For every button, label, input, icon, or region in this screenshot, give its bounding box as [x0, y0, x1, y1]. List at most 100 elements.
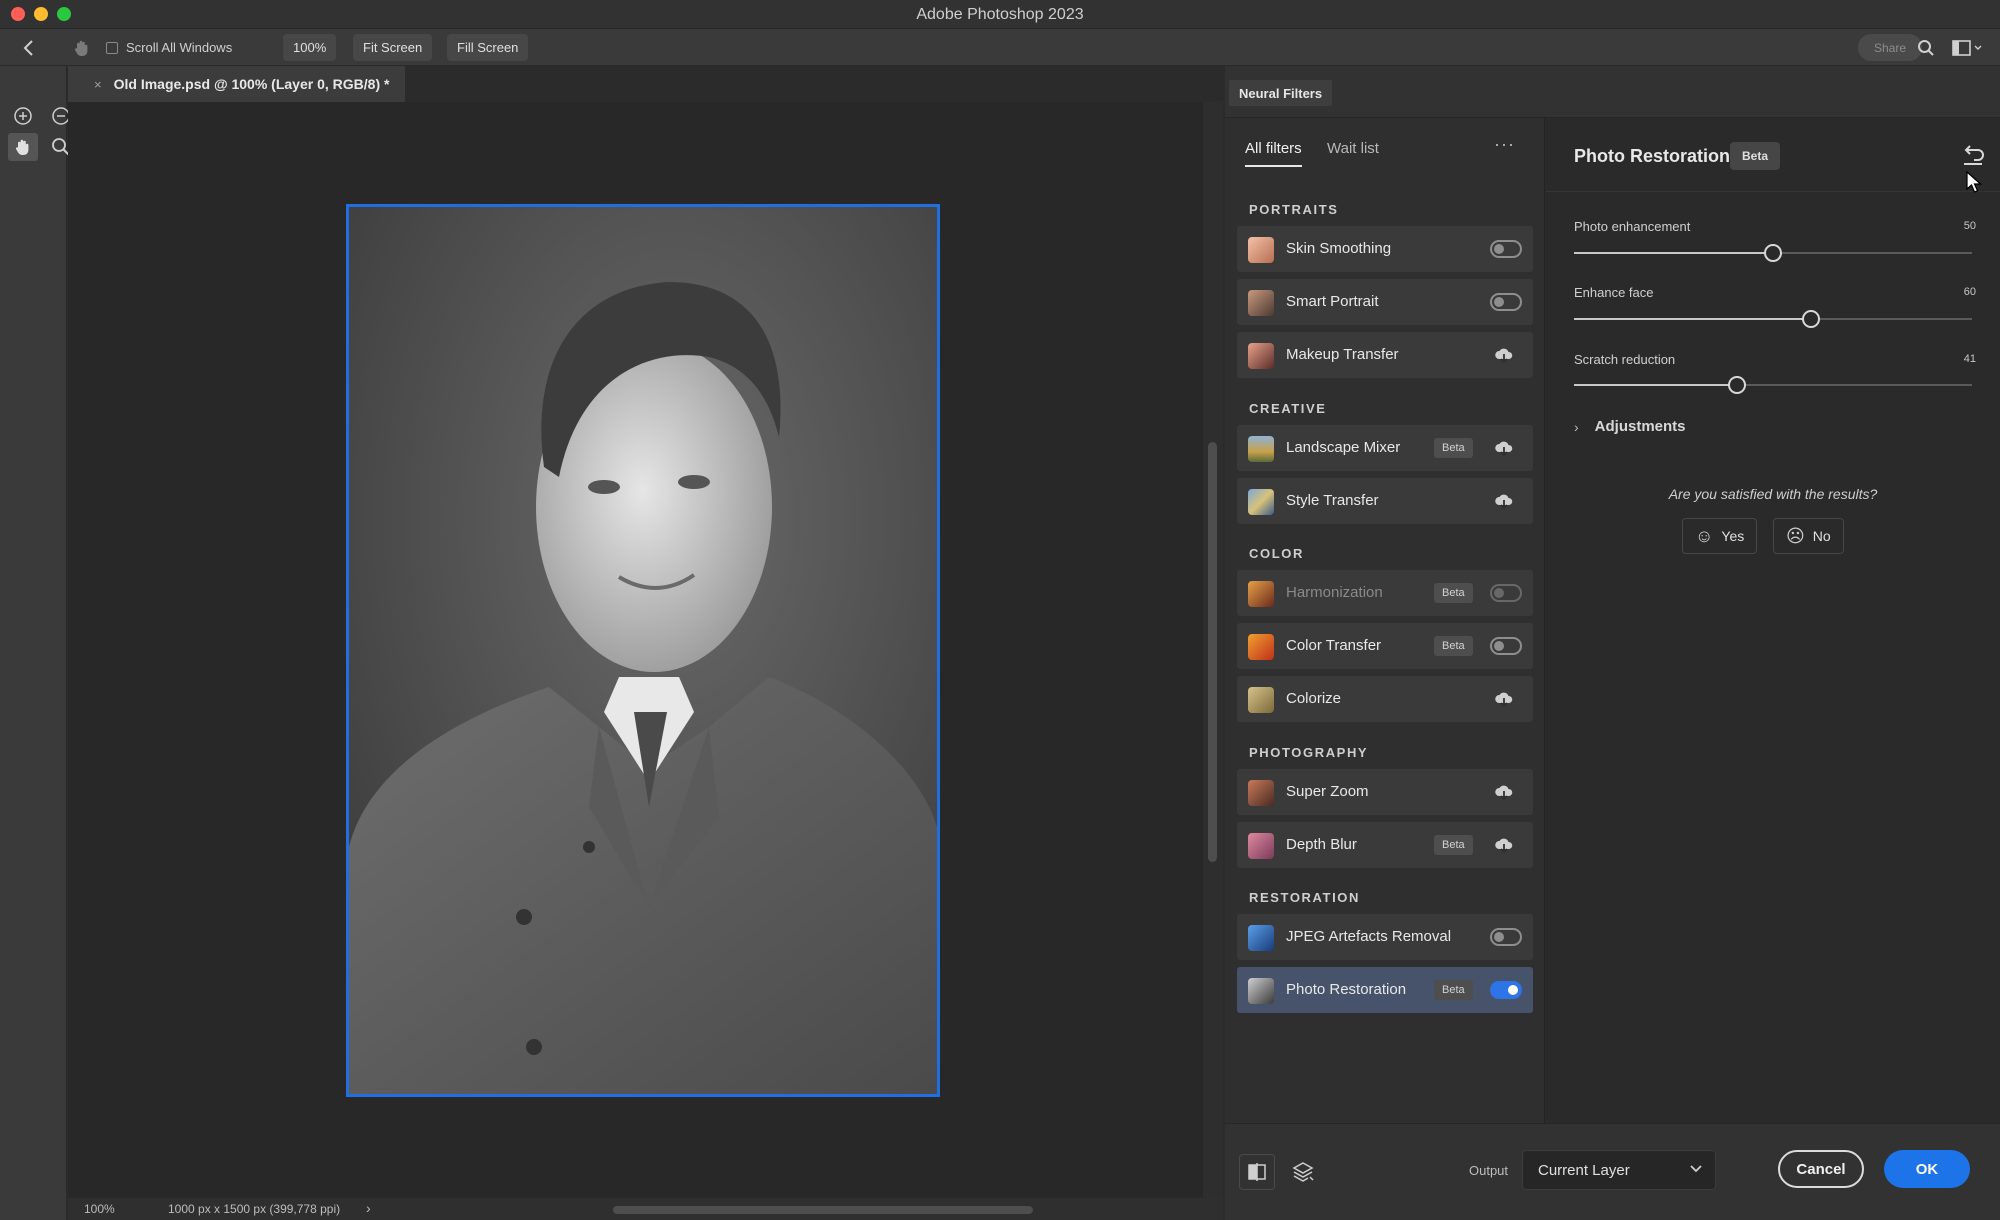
filter-jpeg-artefacts-removal[interactable]: JPEG Artefacts Removal [1237, 914, 1533, 960]
filter-name: Harmonization [1286, 584, 1383, 601]
smile-icon: ☺ [1695, 525, 1714, 546]
reset-parameters-icon[interactable] [1960, 144, 1986, 168]
options-bar: Scroll All Windows 100% Fit Screen Fill … [0, 29, 2000, 66]
horizontal-scroll-thumb[interactable] [613, 1206, 1033, 1214]
cloud-download-icon[interactable] [1494, 438, 1514, 458]
enhance-face-slider[interactable] [1574, 310, 1972, 328]
status-doc-info: 1000 px x 1500 px (399,778 ppi) [168, 1202, 341, 1216]
neural-filters-panel-tab[interactable]: Neural Filters [1229, 80, 1333, 106]
scratch-reduction-label: Scratch reduction [1574, 352, 1676, 367]
color-transfer-toggle[interactable] [1490, 637, 1522, 655]
feedback-question: Are you satisfied with the results? [1668, 486, 1878, 502]
zoom-100-button[interactable]: 100% [283, 34, 337, 61]
no-label: No [1812, 528, 1831, 544]
photo-restoration-icon [1248, 978, 1274, 1004]
filter-name: Photo Restoration [1286, 981, 1407, 998]
filter-style-transfer[interactable]: Style Transfer [1237, 478, 1533, 524]
scratch-reduction-slider[interactable] [1574, 376, 1972, 394]
section-color: COLOR [1249, 546, 1304, 561]
filter-photo-restoration[interactable]: Photo Restoration Beta [1237, 967, 1533, 1013]
document-tabs: × Old Image.psd @ 100% (Layer 0, RGB/8) … [68, 66, 1223, 102]
harmonization-toggle[interactable] [1490, 584, 1522, 602]
fill-screen-button[interactable]: Fill Screen [447, 34, 529, 61]
cloud-download-icon[interactable] [1494, 689, 1514, 709]
smart-portrait-icon [1248, 290, 1274, 316]
slider-knob[interactable] [1801, 310, 1820, 328]
search-icon[interactable] [1917, 29, 1935, 66]
beta-badge: Beta [1434, 583, 1473, 603]
filter-name: JPEG Artefacts Removal [1286, 928, 1452, 945]
neural-filters-bottom-bar: Output Current Layer Cancel OK [1225, 1123, 2000, 1220]
filter-makeup-transfer[interactable]: Makeup Transfer [1237, 332, 1533, 378]
filter-skin-smoothing[interactable]: Skin Smoothing [1237, 226, 1533, 272]
output-select[interactable]: Current Layer [1522, 1150, 1716, 1190]
enhance-face-value: 60 [1963, 286, 1976, 298]
filter-name: Colorize [1286, 690, 1342, 707]
landscape-mixer-icon [1248, 436, 1274, 462]
canvas-area[interactable] [68, 102, 1203, 1198]
filter-landscape-mixer[interactable]: Landscape Mixer Beta [1237, 425, 1533, 471]
filter-depth-blur[interactable]: Depth Blur Beta [1237, 822, 1533, 868]
filter-colorize[interactable]: Colorize [1237, 676, 1533, 722]
document-tab[interactable]: × Old Image.psd @ 100% (Layer 0, RGB/8) … [68, 66, 405, 102]
status-menu-arrow[interactable]: › [366, 1200, 371, 1216]
scroll-all-windows-checkbox[interactable]: Scroll All Windows [106, 29, 232, 66]
colorize-icon [1248, 687, 1274, 713]
jpeg-artefacts-removal-toggle[interactable] [1490, 928, 1522, 946]
photo-restoration-toggle[interactable] [1490, 981, 1522, 999]
cloud-download-icon[interactable] [1494, 782, 1514, 802]
compare-view-icon[interactable] [1239, 1154, 1275, 1190]
checkbox-box[interactable] [106, 41, 118, 54]
filter-super-zoom[interactable]: Super Zoom [1237, 769, 1533, 815]
close-document-icon[interactable]: × [94, 77, 102, 92]
document-tab-title: Old Image.psd @ 100% (Layer 0, RGB/8) * [113, 76, 390, 92]
skin-smoothing-toggle[interactable] [1490, 240, 1522, 258]
color-transfer-icon [1248, 634, 1274, 660]
filter-name: Smart Portrait [1286, 293, 1379, 310]
tab-all-filters[interactable]: All filters [1245, 140, 1302, 167]
cloud-download-icon[interactable] [1494, 491, 1514, 511]
cloud-download-icon[interactable] [1494, 835, 1514, 855]
share-button[interactable]: Share [1858, 34, 1922, 61]
settings-beta-badge: Beta [1730, 142, 1781, 170]
filter-name: Makeup Transfer [1286, 346, 1399, 363]
output-value: Current Layer [1538, 1161, 1630, 1179]
ok-button[interactable]: OK [1884, 1150, 1970, 1188]
slider-knob[interactable] [1764, 244, 1782, 262]
enhance-face-label: Enhance face [1574, 285, 1654, 300]
layer-preview-icon[interactable] [1285, 1154, 1321, 1190]
status-zoom[interactable]: 100% [84, 1202, 115, 1216]
hand-tool-icon[interactable] [8, 133, 38, 161]
feedback-no-button[interactable]: ☹ No [1773, 518, 1844, 554]
filter-smart-portrait[interactable]: Smart Portrait [1237, 279, 1533, 325]
feedback-yes-button[interactable]: ☺ Yes [1682, 518, 1758, 554]
filter-settings-panel: Photo Restoration Beta Photo enhancement… [1546, 118, 2000, 1123]
skin-smoothing-icon [1248, 237, 1274, 263]
smart-portrait-toggle[interactable] [1490, 293, 1522, 311]
adjustments-expander[interactable]: › Adjustments [1574, 418, 1686, 435]
slider-knob[interactable] [1728, 376, 1747, 394]
cancel-button[interactable]: Cancel [1778, 1150, 1864, 1188]
makeup-transfer-icon [1248, 343, 1274, 369]
fit-screen-button[interactable]: Fit Screen [353, 34, 433, 61]
section-portraits: PORTRAITS [1249, 202, 1339, 217]
vertical-scrollbar[interactable] [1203, 102, 1223, 1198]
back-icon[interactable] [22, 29, 36, 66]
cloud-download-icon[interactable] [1494, 345, 1514, 365]
section-restoration: RESTORATION [1249, 890, 1361, 905]
hand-tool-icon[interactable] [72, 29, 92, 66]
filter-harmonization[interactable]: Harmonization Beta [1237, 570, 1533, 616]
tab-wait-list[interactable]: Wait list [1327, 140, 1379, 157]
workspace-icon[interactable] [1952, 29, 1982, 66]
photo-enhancement-slider[interactable] [1574, 244, 1972, 262]
filter-name: Depth Blur [1286, 836, 1357, 853]
settings-title: Photo Restoration [1574, 146, 1730, 166]
zoom-in-icon[interactable] [8, 102, 38, 130]
beta-badge: Beta [1434, 636, 1473, 656]
more-options-icon[interactable]: ··· [1494, 134, 1515, 155]
vertical-scroll-thumb[interactable] [1208, 442, 1217, 862]
super-zoom-icon [1248, 780, 1274, 806]
filter-color-transfer[interactable]: Color Transfer Beta [1237, 623, 1533, 669]
title-bar: Adobe Photoshop 2023 [0, 0, 2000, 29]
neural-filters-header: Neural Filters [1225, 66, 2000, 118]
